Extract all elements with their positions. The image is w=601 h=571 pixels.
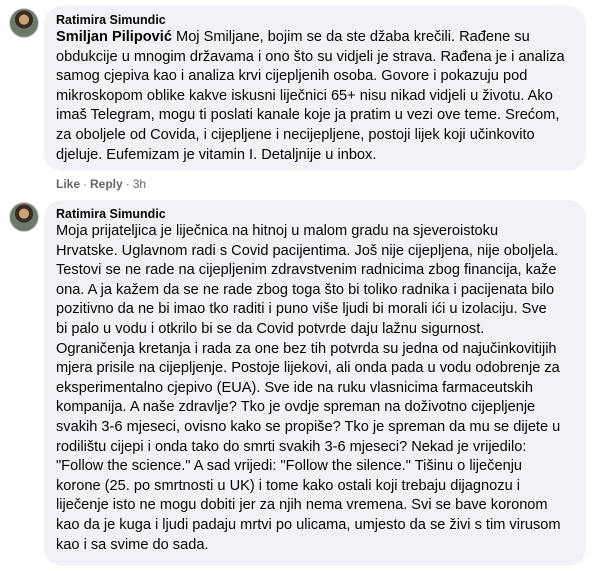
separator: · — [125, 177, 130, 191]
comment-text-line: eksperimentalno cjepivo (EUA). Sve ide n… — [56, 379, 533, 396]
comment-author[interactable]: Ratimira Simundic — [56, 12, 574, 28]
comment-text-line: Ograničenja kretanja i rada za one bez t… — [56, 340, 557, 357]
comment-text-line: svakih 3-6 mjeseci, ovisno kako se propi… — [56, 418, 561, 435]
mention-tag[interactable]: Smiljan Pilipović — [56, 29, 172, 45]
comment-text-line: kao da je kuga i ljudi padaju mrtvi po u… — [56, 516, 561, 533]
comment-text-line: djeluje. Eufemizam je vitamin I. Detaljn… — [56, 146, 377, 163]
reply-button[interactable]: Reply — [90, 176, 123, 192]
comment-text-line: Smiljan Pilipović Moj Smiljane, bojim se… — [56, 28, 574, 48]
comment-text-line: za oboljele od Covida, i cijepljene i ne… — [56, 126, 535, 143]
comment-bubble: Ratimira Simundic Moja prijateljica je l… — [44, 200, 586, 566]
comment-text-line: liječenje isto ne mogu dobiti jer za nji… — [56, 497, 548, 514]
comment-bubble: Ratimira Simundic Smiljan Pilipović Moj … — [44, 6, 586, 171]
comment-text-line: kompanija. A naše zdravlje? Tko je ovdje… — [56, 399, 536, 416]
comment-text-line: ona. A ja kažem da se ne rade zbog toga … — [56, 281, 555, 298]
comment-text-line: rodilištu cijepi i onda tako do smrti sv… — [56, 438, 527, 455]
comment-text-line: Hrvatske. Uglavnom radi s Covid pacijent… — [56, 242, 559, 259]
comment-text-line: bi palo u vodu i otkrilo bi se da Covid … — [56, 320, 485, 337]
comment-author[interactable]: Ratimira Simundic — [56, 206, 574, 222]
comment-text-line: mikroskopom oblike kakve iskusni liječni… — [56, 87, 553, 104]
comment-text: Moj Smiljane, bojim se da ste džaba kreč… — [171, 29, 530, 45]
avatar[interactable] — [9, 202, 39, 232]
like-button[interactable]: Like — [56, 176, 80, 192]
comment-text-line: korone (25. po smrtnosti u UK) i tome ka… — [56, 477, 520, 494]
separator: · — [83, 177, 88, 191]
comment-text-line: Moja prijateljica je liječnica na hitnoj… — [56, 223, 499, 239]
comment-text-line: pozitivno da ne bi imao tko raditi i pun… — [56, 301, 547, 318]
comment-text-line: imaš Telegram, mogu ti poslati kanale ko… — [56, 107, 560, 124]
comment-text-line: "Follow the science." A sad vrijedi: "Fo… — [56, 458, 523, 475]
comment-timestamp[interactable]: 3h — [133, 176, 146, 192]
comment-text-line: kao i sa svime do sada. — [56, 536, 209, 553]
comment-text-line: Testovi se ne rade na cijepljenim zdravs… — [56, 262, 557, 279]
comment-actions: Like · Reply · 3h — [56, 176, 146, 192]
comment-text-line: obdukcije u mnogim državama i ono što su… — [56, 48, 565, 65]
comment-text-line: mjera prisile na cijepljenje. Postoje li… — [56, 360, 560, 377]
comment-text-line: samog cjepiva kao i analiza krvi cijeplj… — [56, 68, 528, 85]
avatar[interactable] — [9, 8, 39, 38]
